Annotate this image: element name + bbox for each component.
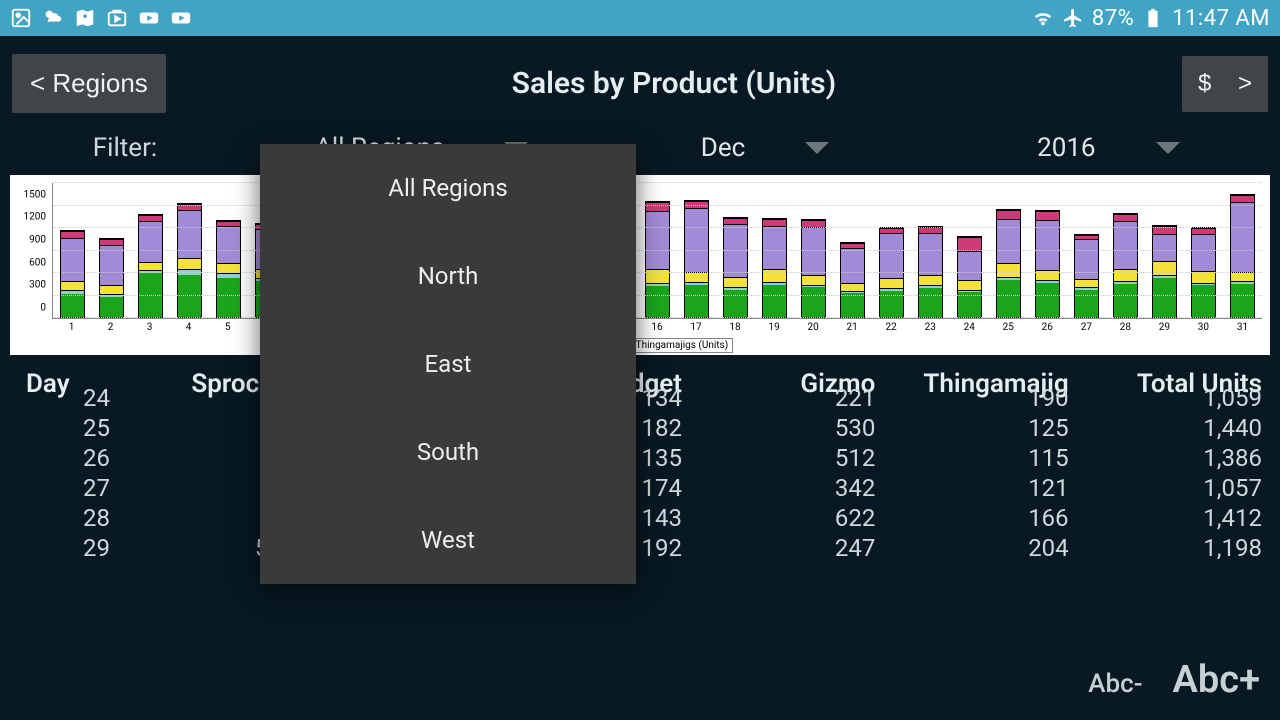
chart-bar[interactable]: [645, 201, 669, 318]
region-option[interactable]: East: [260, 320, 636, 408]
month-select-value: Dec: [701, 133, 745, 163]
region-option[interactable]: All Regions: [260, 144, 636, 232]
statusbar: 87% 11:47 AM: [0, 0, 1280, 36]
chart-bar[interactable]: [840, 242, 864, 318]
sales-chart: 0300600900120015001800 12345678910111213…: [10, 175, 1270, 355]
battery-percent: 87%: [1092, 6, 1134, 31]
chart-bar[interactable]: [762, 218, 786, 318]
chart-bar[interactable]: [723, 217, 747, 318]
battery-icon: [1142, 7, 1164, 29]
region-dropdown-popup: All RegionsNorthEastSouthWest: [260, 144, 636, 584]
youtube-icon: [138, 7, 160, 29]
chart-bar[interactable]: [177, 203, 201, 318]
table-row: 271743421211,057: [10, 473, 1270, 503]
chart-bar[interactable]: [1230, 194, 1254, 318]
chart-bar[interactable]: [957, 236, 981, 318]
dollar-icon: $: [1198, 70, 1211, 97]
airplane-icon: [1062, 7, 1084, 29]
text-size-controls: Abc- Abc+: [1088, 658, 1260, 702]
chevron-down-icon: [1156, 142, 1180, 154]
table-row: 251825301251,440: [10, 413, 1270, 443]
wifi-icon: [1032, 7, 1054, 29]
chart-bar[interactable]: [801, 219, 825, 318]
clock: 11:47 AM: [1172, 6, 1270, 31]
data-table: DaySprocketWidgetGadgetGizmoThingamajigT…: [10, 369, 1270, 559]
table-row: 241342211901,059: [10, 383, 1270, 413]
back-button[interactable]: < Regions: [12, 54, 166, 113]
year-select[interactable]: 2016: [947, 133, 1270, 163]
chart-bar[interactable]: [996, 209, 1020, 318]
table-row: 29523321922472041,198: [10, 533, 1270, 559]
chart-bar[interactable]: [216, 220, 240, 318]
youtube-icon-2: [170, 7, 192, 29]
filter-label: Filter:: [10, 133, 240, 163]
chart-bar[interactable]: [60, 230, 84, 318]
region-option[interactable]: South: [260, 408, 636, 496]
table-row: 261355121151,386: [10, 443, 1270, 473]
chart-bar[interactable]: [138, 214, 162, 318]
chart-bar[interactable]: [1113, 213, 1137, 318]
text-smaller-button[interactable]: Abc-: [1088, 669, 1142, 699]
table-row: 281436221661,412: [10, 503, 1270, 533]
play-store-icon: [106, 7, 128, 29]
chevron-down-icon: [805, 142, 829, 154]
chart-bar[interactable]: [684, 200, 708, 318]
region-option[interactable]: North: [260, 232, 636, 320]
region-option[interactable]: West: [260, 496, 636, 584]
text-bigger-button[interactable]: Abc+: [1173, 658, 1260, 702]
weather-icon: [42, 7, 64, 29]
maps-icon: [74, 7, 96, 29]
image-icon: [10, 7, 32, 29]
page-title: Sales by Product (Units): [166, 66, 1182, 101]
chevron-right-icon: >: [1238, 70, 1252, 97]
forward-button[interactable]: $ >: [1182, 56, 1268, 112]
month-select[interactable]: Dec: [603, 133, 926, 163]
filter-row: Filter: All Regions Dec 2016: [0, 123, 1280, 171]
page-header: < Regions Sales by Product (Units) $ >: [0, 36, 1280, 123]
year-select-value: 2016: [1037, 133, 1095, 163]
chart-bar[interactable]: [1074, 234, 1098, 318]
